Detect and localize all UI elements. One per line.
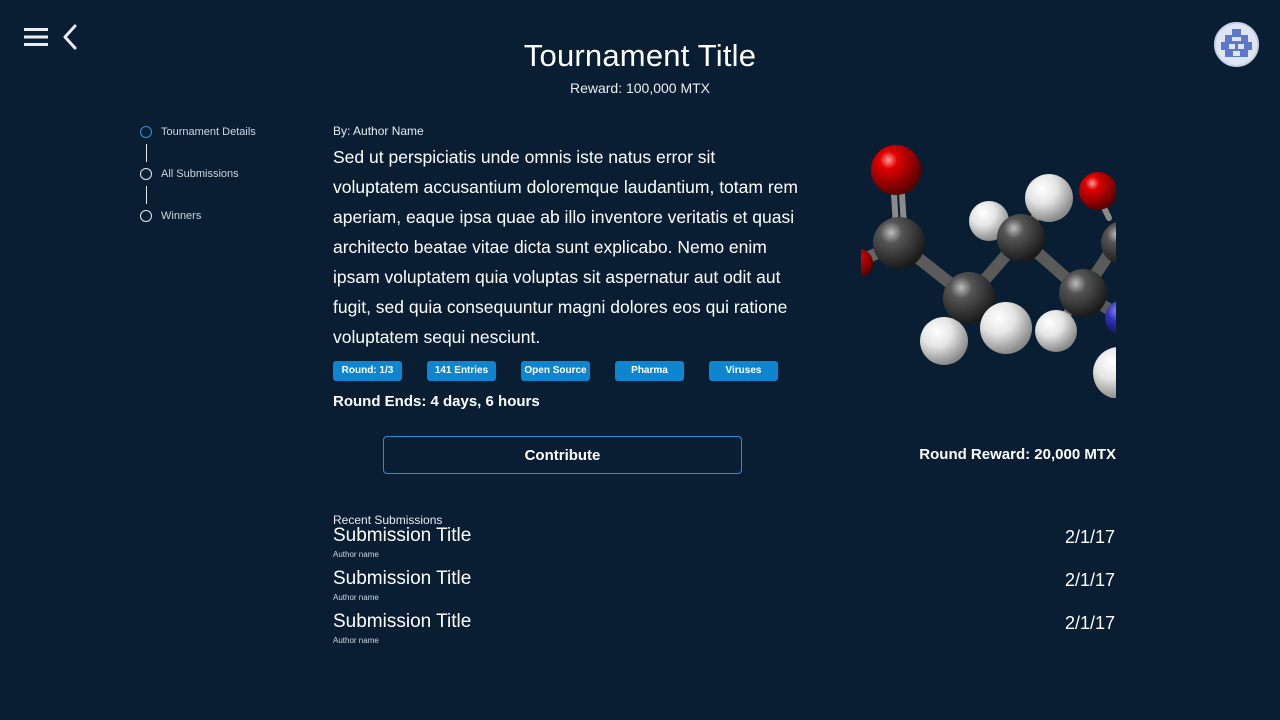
submission-row[interactable]: Submission Title Author name 2/1/17 [333, 519, 1115, 562]
tag-open-source[interactable]: Open Source [521, 361, 590, 381]
contribute-button[interactable]: Contribute [383, 436, 742, 474]
submission-row[interactable]: Submission Title Author name 2/1/17 [333, 562, 1115, 605]
tag-round[interactable]: Round: 1/3 [333, 361, 402, 381]
tag-pharma[interactable]: Pharma [615, 361, 684, 381]
submission-date: 2/1/17 [1064, 570, 1115, 590]
submission-author: Author name [333, 636, 379, 645]
submission-date: 2/1/17 [1064, 527, 1115, 547]
tag-list: Round: 1/3 141 Entries Open Source Pharm… [333, 361, 803, 381]
tournament-description: Sed ut perspiciatis unde omnis iste natu… [333, 147, 798, 347]
submission-date: 2/1/17 [1064, 613, 1115, 633]
step-circle-icon [140, 210, 152, 222]
page-header: Tournament Title Reward: 100,000 MTX [0, 38, 1280, 96]
molecule-image [861, 143, 1116, 398]
step-label: Winners [161, 210, 202, 222]
step-connector [145, 186, 147, 204]
submission-author: Author name [333, 593, 379, 602]
step-label: All Submissions [161, 168, 239, 180]
step-tournament-details[interactable]: Tournament Details [140, 125, 256, 139]
submission-title[interactable]: Submission Title [333, 568, 471, 590]
submission-row[interactable]: Submission Title Author name 2/1/17 [333, 605, 1115, 648]
submission-title[interactable]: Submission Title [333, 611, 471, 633]
author-name: By: Author Name [333, 124, 424, 138]
total-reward: Reward: 100,000 MTX [569, 80, 711, 96]
section-stepper: Tournament Details All Submissions Winne… [140, 125, 256, 223]
submission-title[interactable]: Submission Title [333, 525, 471, 547]
step-all-submissions[interactable]: All Submissions [140, 167, 256, 181]
tag-viruses[interactable]: Viruses [709, 361, 778, 381]
step-label: Tournament Details [161, 126, 256, 138]
submission-author: Author name [333, 550, 379, 559]
page-title: Tournament Title [523, 38, 757, 73]
round-ends: Round Ends: 4 days, 6 hours [333, 393, 540, 410]
recent-submissions: Recent Submissions Submission Title Auth… [333, 513, 1115, 648]
round-reward: Round Reward: 20,000 MTX [919, 446, 1116, 463]
tag-entries[interactable]: 141 Entries [427, 361, 496, 381]
tournament-details: By: Author Name Sed ut perspiciatis unde… [333, 124, 803, 410]
step-circle-icon [140, 126, 152, 138]
step-connector [145, 144, 147, 162]
step-winners[interactable]: Winners [140, 209, 256, 223]
step-circle-icon [140, 168, 152, 180]
